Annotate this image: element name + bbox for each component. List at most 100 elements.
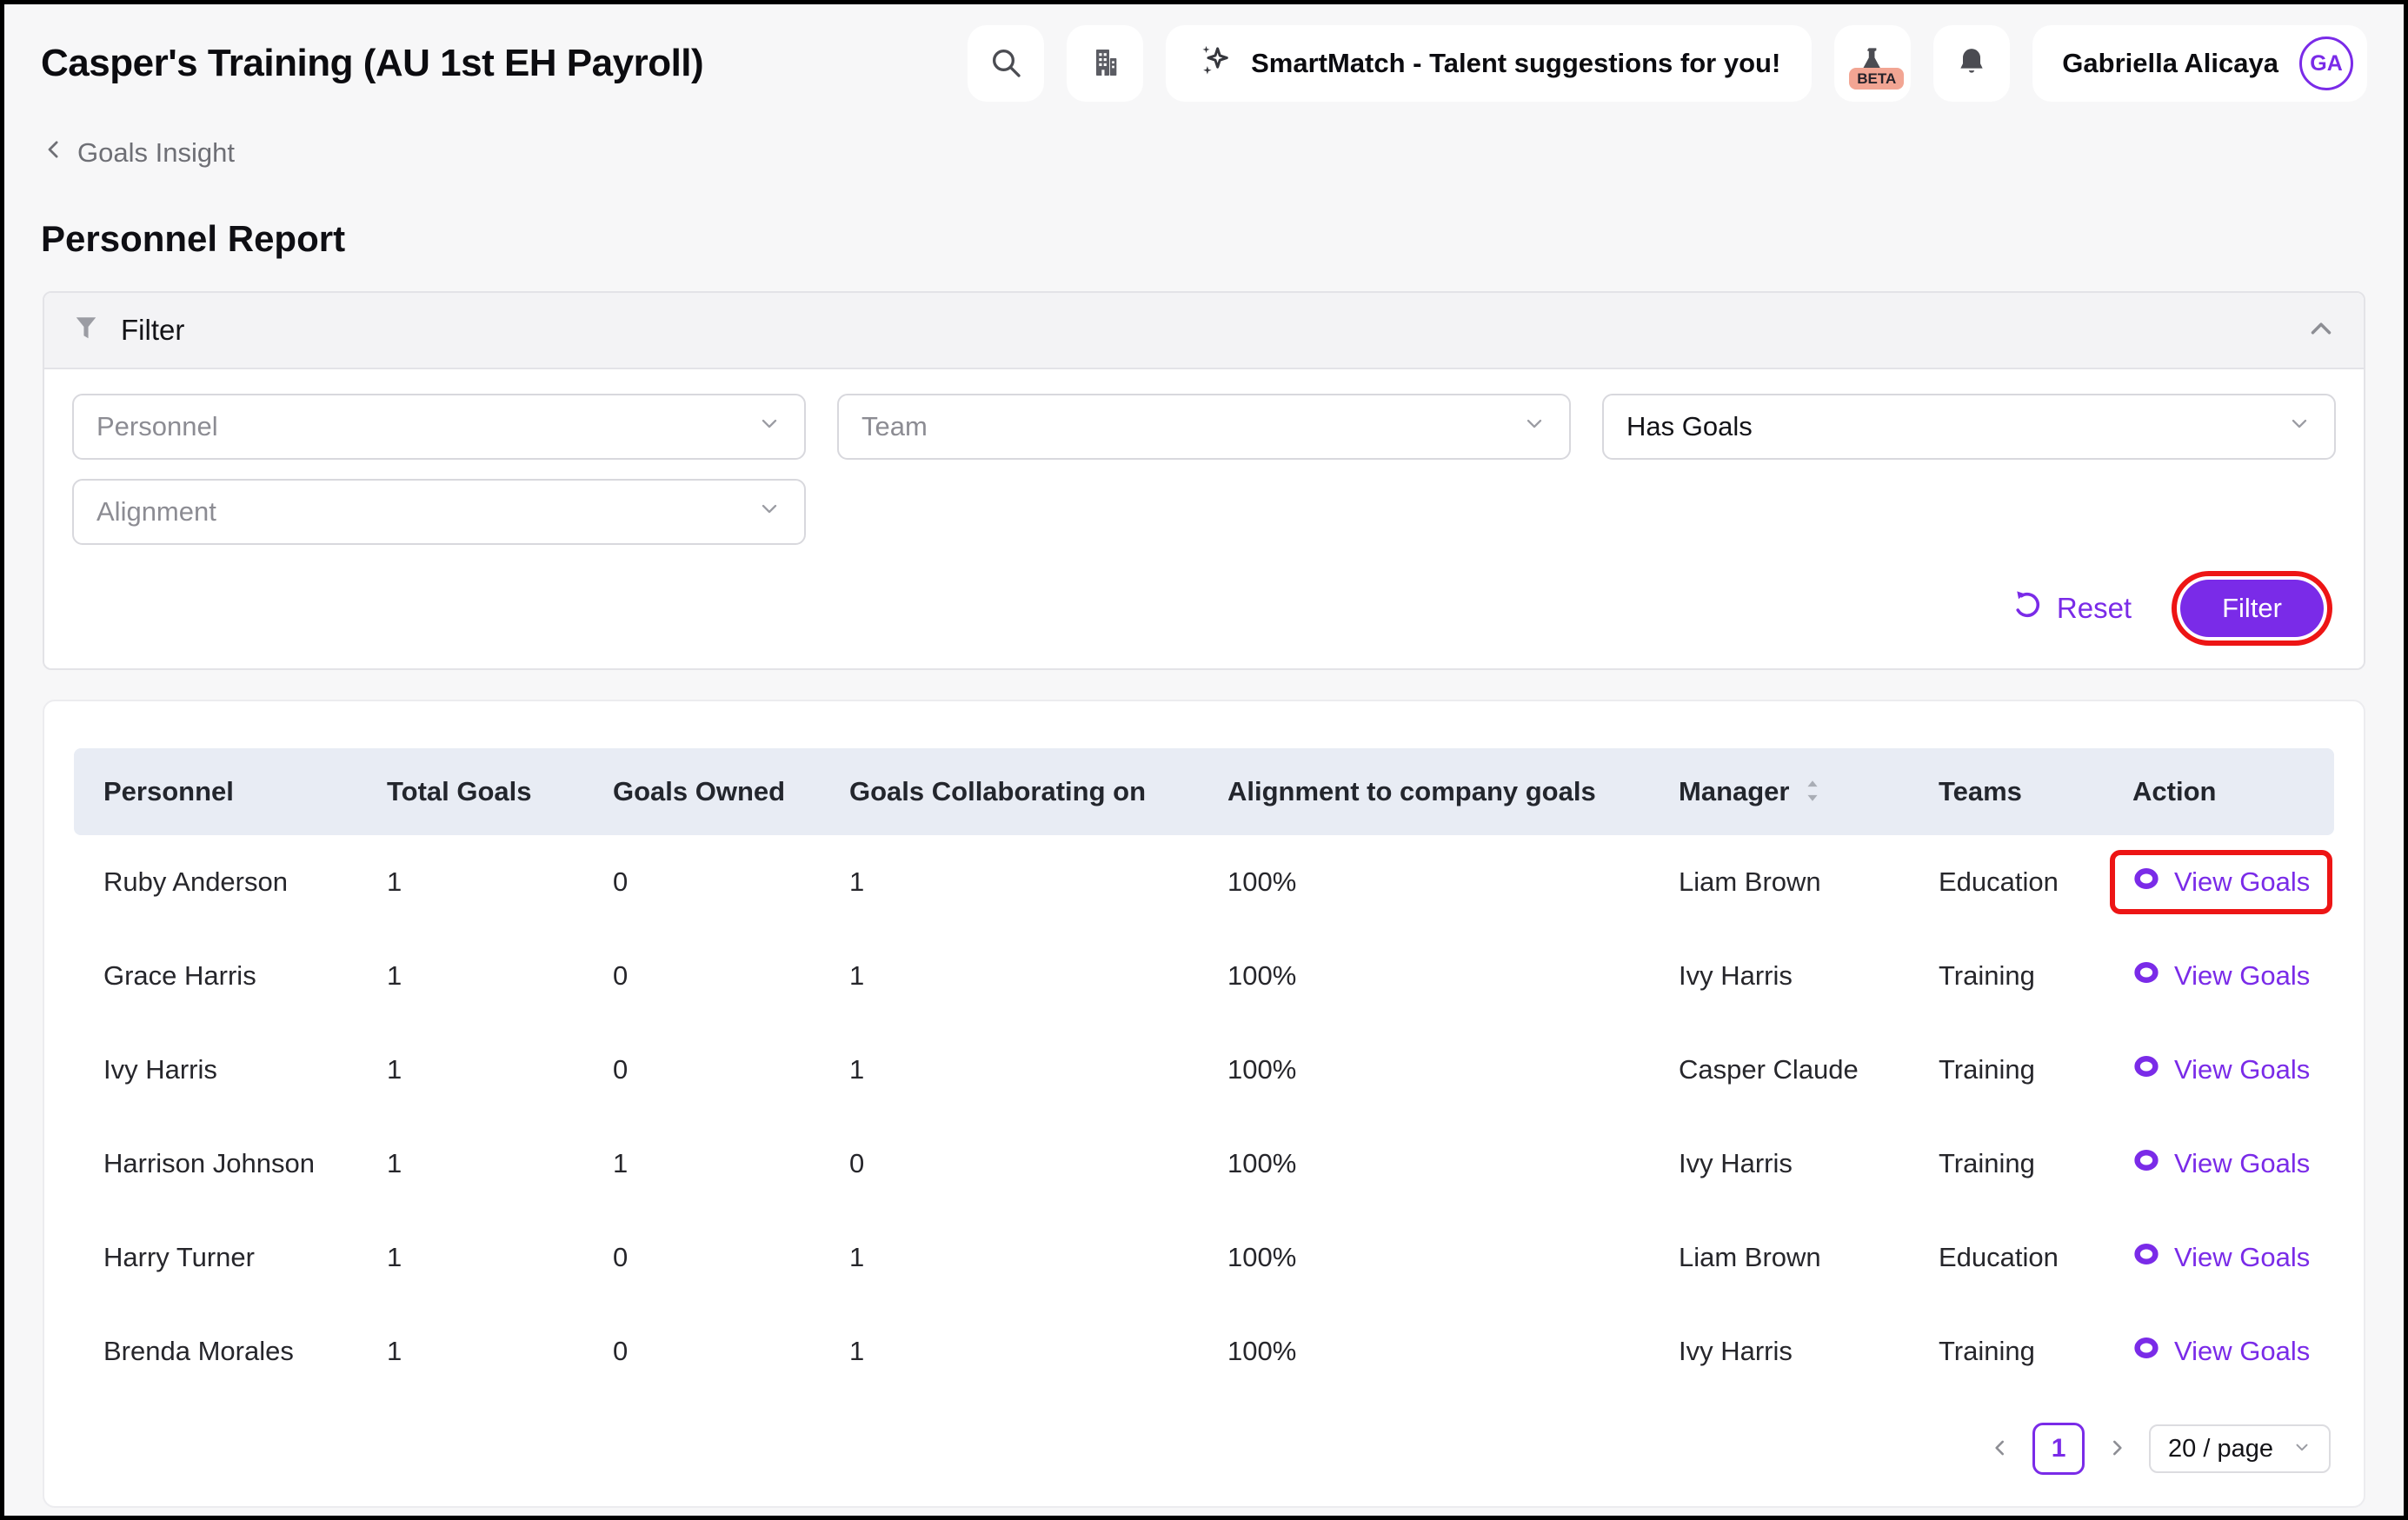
col-header-personnel: Personnel bbox=[74, 776, 357, 807]
labs-button[interactable]: BETA bbox=[1834, 25, 1911, 102]
filter-panel-title: Filter bbox=[121, 314, 184, 347]
building-icon bbox=[1088, 45, 1122, 83]
cell-teams: Training bbox=[1909, 1336, 2103, 1367]
reset-refresh-icon bbox=[2012, 589, 2043, 627]
view-goals-annotation: View Goals bbox=[2110, 944, 2332, 1008]
cell-action: View Goals bbox=[2103, 866, 2334, 899]
alignment-select[interactable]: Alignment bbox=[72, 479, 806, 545]
beta-badge: BETA bbox=[1849, 68, 1904, 90]
page-size-select[interactable]: 20 / page bbox=[2149, 1424, 2331, 1473]
table-header-row: Personnel Total Goals Goals Owned Goals … bbox=[74, 748, 2334, 835]
cell-alignment: 100% bbox=[1198, 1054, 1649, 1085]
view-goals-link[interactable]: View Goals bbox=[2132, 1335, 2310, 1368]
cell-manager: Ivy Harris bbox=[1649, 1336, 1909, 1367]
cell-goals-collaborating: 1 bbox=[820, 866, 1198, 898]
collapse-chevron-up-icon[interactable] bbox=[2305, 312, 2338, 349]
previous-page-button[interactable] bbox=[1989, 1437, 2012, 1462]
filter-button-annotation: Filter bbox=[2172, 571, 2332, 646]
table-body: Ruby Anderson 1 0 1 100% Liam Brown Educ… bbox=[74, 835, 2334, 1398]
filter-fields: Personnel Team Has Goals bbox=[72, 394, 2336, 545]
cell-personnel: Ruby Anderson bbox=[74, 866, 357, 898]
breadcrumb-back[interactable]: Goals Insight bbox=[41, 136, 235, 169]
cell-total-goals: 1 bbox=[357, 1336, 583, 1367]
col-header-manager: Manager bbox=[1649, 776, 1909, 807]
table-row: Harry Turner 1 0 1 100% Liam Brown Educa… bbox=[74, 1211, 2334, 1304]
cell-personnel: Grace Harris bbox=[74, 960, 357, 992]
cell-goals-collaborating: 1 bbox=[820, 1242, 1198, 1273]
view-goals-label: View Goals bbox=[2174, 1148, 2310, 1179]
personnel-report-table: Personnel Total Goals Goals Owned Goals … bbox=[43, 700, 2365, 1508]
page-number-button[interactable]: 1 bbox=[2032, 1423, 2085, 1475]
chevron-down-icon bbox=[757, 496, 782, 528]
cell-goals-owned: 0 bbox=[583, 1054, 820, 1085]
reset-label: Reset bbox=[2057, 592, 2132, 625]
table-row: Harrison Johnson 1 1 0 100% Ivy Harris T… bbox=[74, 1117, 2334, 1211]
col-header-total-goals: Total Goals bbox=[357, 776, 583, 807]
col-header-teams: Teams bbox=[1909, 776, 2103, 807]
cell-action: View Goals bbox=[2103, 1335, 2334, 1368]
eye-icon bbox=[2132, 1241, 2160, 1274]
cell-goals-collaborating: 1 bbox=[820, 960, 1198, 992]
cell-total-goals: 1 bbox=[357, 960, 583, 992]
team-select[interactable]: Team bbox=[837, 394, 1571, 460]
user-menu[interactable]: Gabriella Alicaya GA bbox=[2032, 25, 2367, 102]
reset-button[interactable]: Reset bbox=[2012, 589, 2132, 627]
cell-alignment: 100% bbox=[1198, 866, 1649, 898]
cell-action: View Goals bbox=[2103, 1147, 2334, 1180]
smartmatch-button[interactable]: SmartMatch - Talent suggestions for you! bbox=[1166, 25, 1812, 102]
app-window: Casper's Training (AU 1st EH Payroll) Sm… bbox=[0, 0, 2408, 1520]
cell-alignment: 100% bbox=[1198, 1148, 1649, 1179]
cell-personnel: Harrison Johnson bbox=[74, 1148, 357, 1179]
cell-personnel: Ivy Harris bbox=[74, 1054, 357, 1085]
cell-goals-owned: 0 bbox=[583, 866, 820, 898]
filter-apply-button[interactable]: Filter bbox=[2180, 580, 2324, 637]
col-header-goals-owned: Goals Owned bbox=[583, 776, 820, 807]
search-button[interactable] bbox=[968, 25, 1044, 102]
chevron-down-icon bbox=[2287, 411, 2312, 442]
cell-total-goals: 1 bbox=[357, 1054, 583, 1085]
next-page-button[interactable] bbox=[2105, 1437, 2128, 1462]
personnel-select[interactable]: Personnel bbox=[72, 394, 806, 460]
filter-actions: Reset Filter bbox=[72, 571, 2336, 646]
cell-action: View Goals bbox=[2103, 1053, 2334, 1086]
eye-icon bbox=[2132, 1053, 2160, 1086]
organisation-button[interactable] bbox=[1067, 25, 1143, 102]
cell-manager: Ivy Harris bbox=[1649, 1148, 1909, 1179]
col-header-action: Action bbox=[2103, 776, 2334, 807]
pagination: 1 20 / page bbox=[74, 1423, 2334, 1475]
cell-manager: Liam Brown bbox=[1649, 866, 1909, 898]
filter-panel-body: Personnel Team Has Goals bbox=[44, 369, 2364, 668]
cell-manager: Casper Claude bbox=[1649, 1054, 1909, 1085]
breadcrumb-label: Goals Insight bbox=[77, 137, 235, 169]
notifications-button[interactable] bbox=[1933, 25, 2010, 102]
filter-panel-header[interactable]: Filter bbox=[44, 293, 2364, 369]
cell-manager: Liam Brown bbox=[1649, 1242, 1909, 1273]
table-row: Brenda Morales 1 0 1 100% Ivy Harris Tra… bbox=[74, 1304, 2334, 1398]
view-goals-label: View Goals bbox=[2174, 866, 2310, 898]
view-goals-annotation: View Goals bbox=[2110, 1319, 2332, 1384]
cell-goals-owned: 0 bbox=[583, 1336, 820, 1367]
cell-goals-collaborating: 1 bbox=[820, 1054, 1198, 1085]
has-goals-select[interactable]: Has Goals bbox=[1602, 394, 2336, 460]
cell-teams: Education bbox=[1909, 1242, 2103, 1273]
view-goals-link[interactable]: View Goals bbox=[2132, 959, 2310, 992]
filter-panel: Filter Personnel Team bbox=[43, 291, 2365, 670]
col-header-alignment: Alignment to company goals bbox=[1198, 776, 1649, 807]
view-goals-label: View Goals bbox=[2174, 1242, 2310, 1273]
cell-action: View Goals bbox=[2103, 1241, 2334, 1274]
eye-icon bbox=[2132, 1147, 2160, 1180]
cell-total-goals: 1 bbox=[357, 866, 583, 898]
view-goals-link[interactable]: View Goals bbox=[2132, 1053, 2310, 1086]
view-goals-link[interactable]: View Goals bbox=[2132, 866, 2310, 899]
top-bar: Casper's Training (AU 1st EH Payroll) Sm… bbox=[4, 4, 2404, 102]
table-row: Ruby Anderson 1 0 1 100% Liam Brown Educ… bbox=[74, 835, 2334, 929]
manager-sort-button[interactable] bbox=[1801, 778, 1824, 806]
chevron-down-icon bbox=[757, 411, 782, 442]
alignment-select-placeholder: Alignment bbox=[96, 496, 216, 528]
view-goals-link[interactable]: View Goals bbox=[2132, 1241, 2310, 1274]
cell-goals-owned: 0 bbox=[583, 1242, 820, 1273]
view-goals-annotation: View Goals bbox=[2110, 1132, 2332, 1196]
personnel-select-placeholder: Personnel bbox=[96, 411, 218, 442]
view-goals-link[interactable]: View Goals bbox=[2132, 1147, 2310, 1180]
cell-teams: Training bbox=[1909, 1054, 2103, 1085]
